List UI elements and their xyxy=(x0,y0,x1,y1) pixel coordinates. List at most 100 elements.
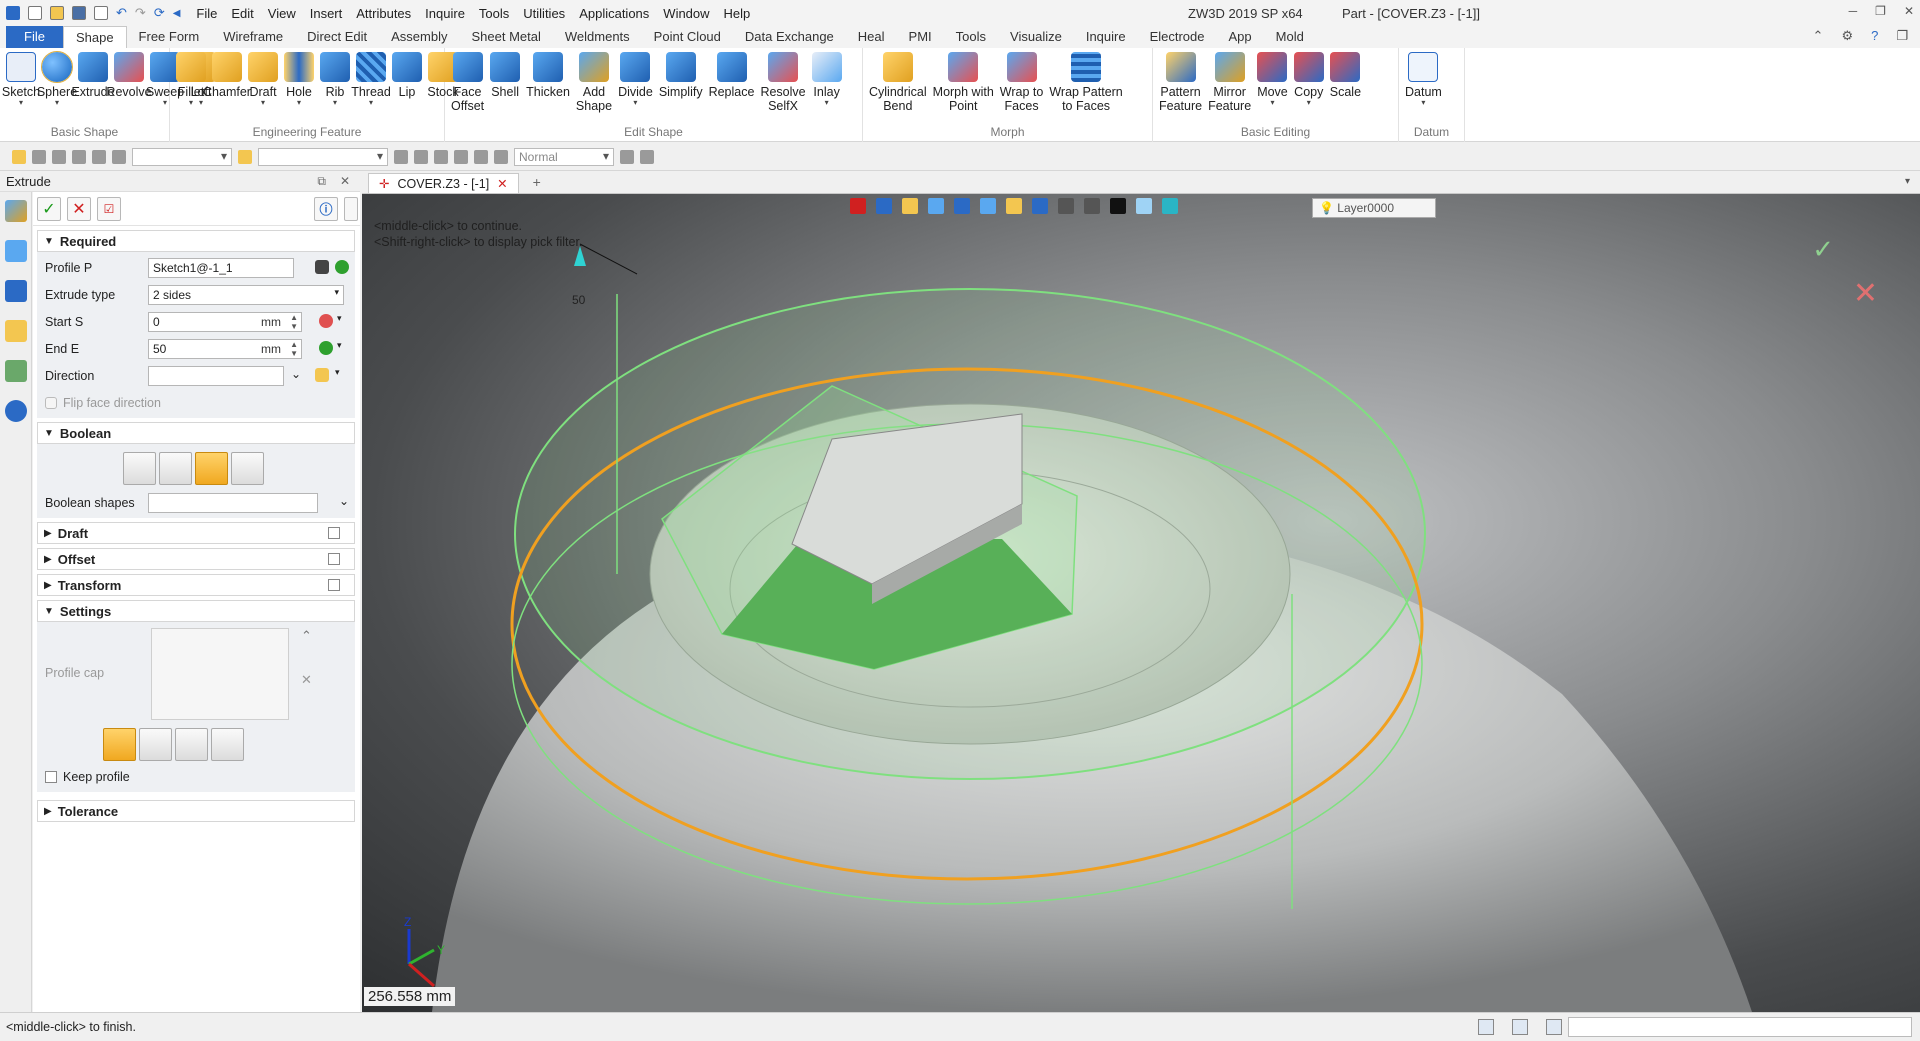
end-field[interactable]: 50 mm ▲ ▼ xyxy=(148,338,302,359)
tab-inquire[interactable]: Inquire xyxy=(1074,26,1138,48)
tab-direct-edit[interactable]: Direct Edit xyxy=(295,26,379,48)
direction-pick-icon[interactable] xyxy=(315,368,329,382)
open-folder-icon[interactable] xyxy=(50,6,64,20)
datum-button[interactable]: Datum ▾ xyxy=(1402,52,1445,107)
keep-profile-checkbox[interactable] xyxy=(45,771,57,783)
revolve-button[interactable]: Revolve xyxy=(106,52,152,99)
status-layout-icon[interactable] xyxy=(1478,1019,1494,1035)
feature-manager-icon[interactable] xyxy=(4,200,27,222)
cap-up-icon[interactable]: ⌃ xyxy=(301,628,312,644)
pick-filter-icon[interactable] xyxy=(112,149,126,164)
thicken-button[interactable]: Thicken xyxy=(523,52,573,99)
assembly-manager-icon[interactable] xyxy=(4,280,27,302)
tab-sheet-metal[interactable]: Sheet Metal xyxy=(460,26,553,48)
wrap-pattern-to-faces-button[interactable]: Wrap Pattern to Faces xyxy=(1046,52,1125,113)
info-button[interactable]: ⓘ xyxy=(314,196,338,221)
menu-insert[interactable]: Insert xyxy=(310,6,343,21)
view-display-icon[interactable] xyxy=(902,198,918,214)
tab-visualize[interactable]: Visualize xyxy=(998,26,1074,48)
profile-cap-list[interactable] xyxy=(151,628,289,720)
history-icon[interactable] xyxy=(474,149,488,164)
grid-icon[interactable] xyxy=(72,149,86,164)
view-layer-icon[interactable] xyxy=(1162,198,1178,214)
extrude-type-select[interactable]: 2 sides ▾ xyxy=(148,284,344,305)
panel-scroll-button[interactable] xyxy=(344,196,358,221)
face-offset-button[interactable]: Face Offset xyxy=(448,52,487,113)
profile-field[interactable]: Sketch1@-1_1 xyxy=(148,257,294,278)
tab-app[interactable]: App xyxy=(1217,26,1264,48)
menu-attributes[interactable]: Attributes xyxy=(356,6,411,21)
tab-pmi[interactable]: PMI xyxy=(897,26,944,48)
morph-with-point-button[interactable]: Morph with Point xyxy=(930,52,997,113)
help-icon[interactable]: ? xyxy=(1871,28,1878,44)
restore-icon[interactable]: ❐ xyxy=(1896,28,1908,44)
settings-section-header[interactable]: ▼ Settings xyxy=(37,600,355,622)
tab-mold[interactable]: Mold xyxy=(1264,26,1316,48)
start-option-icon[interactable] xyxy=(319,314,333,328)
panel-close-icon[interactable]: ✕ xyxy=(340,174,350,189)
tab-tools[interactable]: Tools xyxy=(944,26,998,48)
start-field[interactable]: 0 mm ▲ ▼ xyxy=(148,311,302,332)
status-window-icon[interactable] xyxy=(1546,1019,1562,1035)
wrap-to-faces-button[interactable]: Wrap to Faces xyxy=(997,52,1047,113)
view-background-icon[interactable] xyxy=(1110,198,1126,214)
view-shade-icon[interactable] xyxy=(928,198,944,214)
replace-button[interactable]: Replace xyxy=(706,52,758,99)
menu-view[interactable]: View xyxy=(268,6,296,21)
sketch-picker-icon[interactable] xyxy=(315,260,329,274)
tolerance-section-header[interactable]: ▶ Tolerance xyxy=(37,800,355,822)
app-logo-icon[interactable] xyxy=(6,6,20,20)
boolean-add-icon[interactable] xyxy=(159,452,192,485)
shape-combo[interactable] xyxy=(258,147,388,166)
draft-checkbox[interactable] xyxy=(328,527,340,539)
render-icon[interactable] xyxy=(494,149,508,164)
mirror-feature-button[interactable]: Mirror Feature xyxy=(1205,52,1254,113)
document-close-icon[interactable]: ✕ xyxy=(497,176,507,191)
move-button[interactable]: Move ▾ xyxy=(1254,52,1291,107)
menu-window[interactable]: Window xyxy=(663,6,709,21)
cap-both-icon[interactable] xyxy=(103,728,136,761)
menu-inquire[interactable]: Inquire xyxy=(425,6,465,21)
print-icon[interactable] xyxy=(94,6,108,20)
tab-shape[interactable]: Shape xyxy=(62,26,127,48)
ribbon-collapse-icon[interactable]: ⌃ xyxy=(1813,28,1824,44)
new-tab-icon[interactable]: + xyxy=(533,174,541,190)
new-file-icon[interactable] xyxy=(28,6,42,20)
line-icon[interactable] xyxy=(52,149,66,164)
chamfer-button[interactable]: Chamfer xyxy=(203,52,251,99)
viewport-ok-icon[interactable]: ✓ xyxy=(1812,234,1834,265)
shape-filter-icon[interactable] xyxy=(238,149,252,164)
apply-button[interactable]: ☑ xyxy=(97,196,121,221)
direction-field[interactable] xyxy=(148,365,284,386)
tab-point-cloud[interactable]: Point Cloud xyxy=(642,26,733,48)
pattern-feature-button[interactable]: Pattern Feature xyxy=(1156,52,1205,113)
sketch-button[interactable]: Sketch ▾ xyxy=(2,52,40,107)
cancel-button[interactable]: ✕ xyxy=(67,196,91,221)
minimize-icon[interactable]: ─ xyxy=(1849,4,1858,18)
simplify-button[interactable]: Simplify xyxy=(656,52,706,99)
pick-cursor-icon[interactable] xyxy=(12,149,26,164)
ok-button[interactable]: ✓ xyxy=(37,196,61,221)
layer-select[interactable]: 💡 Layer0000 xyxy=(1312,198,1436,218)
part-manager-icon[interactable] xyxy=(4,320,27,342)
tab-file[interactable]: File xyxy=(6,26,63,48)
direction-arrow-icon[interactable]: ▾ xyxy=(335,367,340,378)
render-mode-combo[interactable]: Normal xyxy=(514,147,614,166)
cap-end-icon[interactable] xyxy=(175,728,208,761)
measure-icon[interactable] xyxy=(434,149,448,164)
profile-pick-icon[interactable] xyxy=(335,260,349,274)
thread-button[interactable]: Thread ▾ xyxy=(351,52,391,107)
start-option-arrow-icon[interactable]: ▾ xyxy=(337,313,342,324)
boolean-section-header[interactable]: ▼ Boolean xyxy=(37,422,355,444)
back-icon[interactable]: ◀ xyxy=(173,8,181,19)
panel-float-icon[interactable]: ⧉ xyxy=(317,174,326,189)
align-icon[interactable] xyxy=(394,149,408,164)
cap-none-icon[interactable] xyxy=(211,728,244,761)
tab-assembly[interactable]: Assembly xyxy=(379,26,459,48)
resolve-selfx-button[interactable]: Resolve SelfX xyxy=(757,52,808,113)
draft-button[interactable]: Draft ▾ xyxy=(245,52,281,107)
command-input[interactable] xyxy=(1568,1017,1912,1037)
refresh-icon[interactable]: ⟳ xyxy=(154,5,165,21)
menu-utilities[interactable]: Utilities xyxy=(523,6,565,21)
view-color-icon[interactable] xyxy=(1136,198,1152,214)
